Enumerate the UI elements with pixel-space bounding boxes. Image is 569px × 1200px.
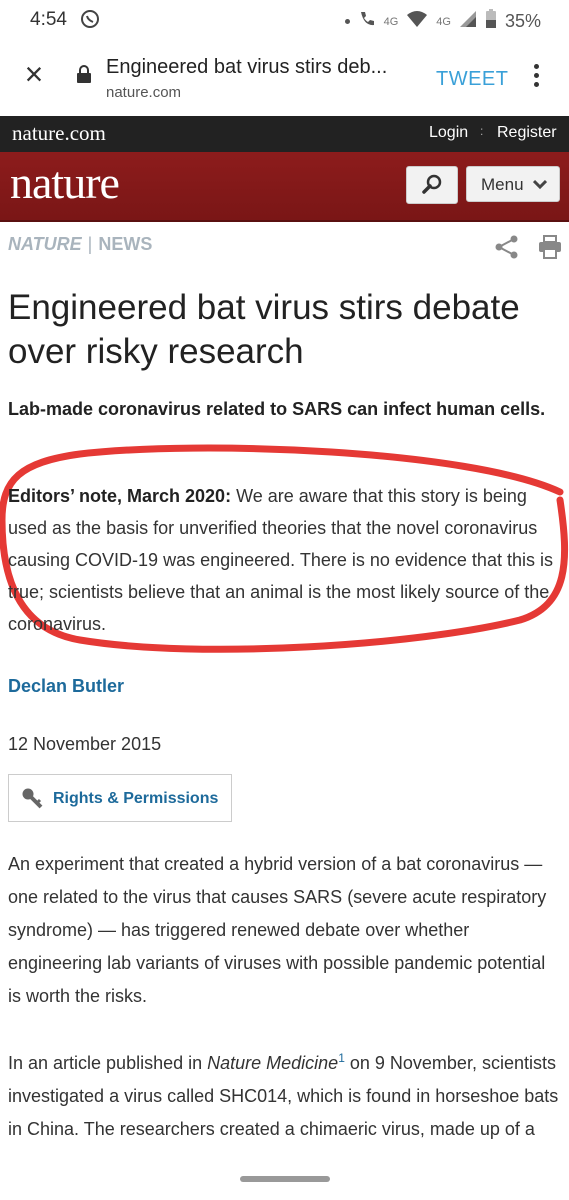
key-icon <box>21 787 45 814</box>
article-standfirst: Lab-made coronavirus related to SARS can… <box>8 399 546 419</box>
call-icon <box>358 10 376 33</box>
site-name[interactable]: nature.com <box>12 121 106 146</box>
signal-icon <box>459 10 477 33</box>
login-link[interactable]: Login <box>429 124 468 142</box>
rights-permissions-label: Rights & Permissions <box>53 790 219 807</box>
author-link[interactable]: Declan Butler <box>8 676 124 697</box>
article-headline: Engineered bat virus stirs debate over r… <box>8 288 520 371</box>
gesture-handle[interactable] <box>240 1176 330 1182</box>
battery-icon <box>485 9 497 34</box>
chevron-down-icon <box>532 167 548 216</box>
footnote-link[interactable]: 1 <box>338 1051 345 1065</box>
overflow-menu-icon[interactable] <box>531 64 541 91</box>
status-bar: 4:54 4G 4G 35% <box>0 0 569 40</box>
status-icons: 4G 4G 35% <box>344 9 541 34</box>
whatsapp-icon <box>80 9 100 34</box>
network-label-1: 4G <box>383 15 399 28</box>
editors-note-text: We are aware that this story is being us… <box>8 486 553 634</box>
tab-url[interactable]: nature.com <box>106 84 181 101</box>
editors-note: Editors’ note, March 2020: We are aware … <box>8 480 553 640</box>
breadcrumb-journal[interactable]: NATURE <box>8 234 82 254</box>
tab-title[interactable]: Engineered bat virus stirs deb... <box>106 56 416 79</box>
article-paragraph-1: An experiment that created a hybrid vers… <box>8 854 547 1006</box>
menu-button[interactable]: Menu <box>466 166 560 202</box>
journal-reference: Nature Medicine <box>207 1053 339 1073</box>
breadcrumb: NATURE | NEWS <box>8 234 152 255</box>
tweet-button[interactable]: TWEET <box>436 68 509 91</box>
register-link[interactable]: Register <box>497 124 557 142</box>
paragraph-2-start: In an article published in <box>8 1053 208 1073</box>
rights-permissions-button[interactable]: Rights & Permissions <box>8 774 232 822</box>
site-top-strip: nature.com Login : Register <box>0 116 569 152</box>
wifi-icon <box>406 10 428 33</box>
bottom-fade <box>0 1148 569 1200</box>
battery-percent: 35% <box>504 11 541 31</box>
editors-note-label: Editors’ note, March 2020: <box>8 486 232 506</box>
print-icon[interactable] <box>538 235 562 264</box>
search-button[interactable] <box>406 166 458 204</box>
publish-date: 12 November 2015 <box>8 734 162 754</box>
lock-icon[interactable] <box>76 64 92 89</box>
browser-toolbar: × Engineered bat virus stirs deb... natu… <box>0 40 569 116</box>
brand-bar: nature Menu <box>0 152 569 222</box>
nature-logo[interactable]: nature <box>10 156 120 209</box>
network-label-2: 4G <box>436 15 451 28</box>
status-time: 4:54 <box>30 9 67 30</box>
close-icon[interactable]: × <box>20 58 48 90</box>
search-icon <box>422 174 442 194</box>
notification-dot-icon <box>344 19 350 24</box>
menu-label: Menu <box>481 175 524 194</box>
login-separator: : <box>480 124 484 138</box>
breadcrumb-section[interactable]: NEWS <box>98 234 152 254</box>
share-icon[interactable] <box>494 235 520 264</box>
breadcrumb-divider: | <box>87 234 93 254</box>
